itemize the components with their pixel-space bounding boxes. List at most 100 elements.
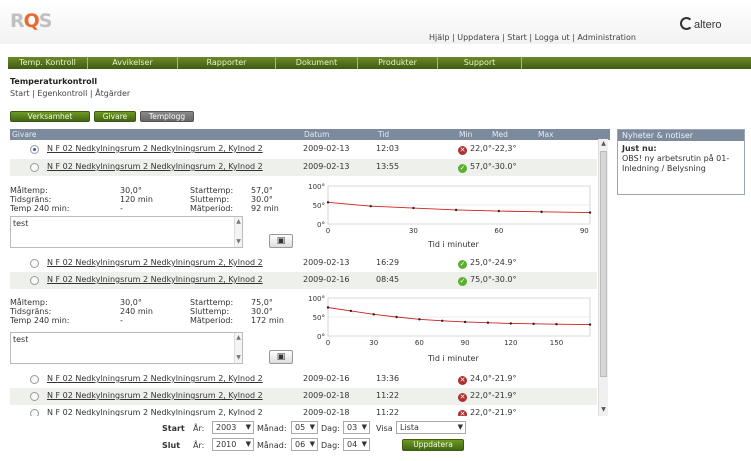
- note-textarea[interactable]: test ▲ ▼: [10, 216, 243, 248]
- table-row[interactable]: N F 02 Nedkylningsrum 2 Nedkylningsrum 2…: [10, 388, 597, 405]
- save-icon[interactable]: ▣: [269, 350, 293, 364]
- start-month-label: Månad:: [257, 424, 287, 433]
- nav-dokument[interactable]: Dokument: [276, 57, 358, 69]
- breadcrumb[interactable]: Start | Egenkontroll | Åtgärder: [10, 89, 130, 98]
- col-datum[interactable]: Datum: [304, 130, 329, 139]
- row-radio[interactable]: [30, 375, 39, 384]
- visa-select[interactable]: Lista ▼: [396, 421, 466, 434]
- chart-x-label: Tid i minuter: [428, 354, 479, 363]
- scroll-up-icon[interactable]: ▲: [599, 139, 608, 149]
- row-radio[interactable]: [30, 276, 39, 285]
- update-button[interactable]: Uppdatera: [402, 439, 464, 451]
- slut-month-select[interactable]: 06 ▼: [291, 438, 318, 451]
- nav-temp-kontroll[interactable]: Temp. Kontroll: [8, 57, 88, 69]
- chevron-down-icon: ▼: [245, 440, 251, 448]
- templogg-button[interactable]: Templogg: [140, 111, 194, 122]
- matperiod-label: Mätperiod:: [190, 204, 234, 213]
- main-nav: Temp. Kontroll Avvikelser Rapporter Doku…: [8, 57, 751, 69]
- tidsgrans-value: 240 min: [120, 307, 153, 316]
- chart-point: [588, 211, 592, 214]
- sensor-link[interactable]: N F 02 Nedkylningsrum 2 Nedkylningsrum 2…: [47, 258, 263, 267]
- givare-button[interactable]: Givare: [94, 111, 136, 122]
- slut-year-select[interactable]: 2010 ▼: [212, 438, 254, 451]
- chart-point: [395, 315, 398, 319]
- row-time: 13:36: [376, 374, 400, 383]
- col-med[interactable]: Med: [492, 130, 508, 139]
- chart-point: [372, 313, 375, 316]
- verksamhet-button[interactable]: Verksamhet: [10, 111, 90, 122]
- table-row[interactable]: N F 02 Nedkylningsrum 2 Nedkylningsrum 2…: [10, 371, 597, 388]
- logout-link[interactable]: Logga ut: [535, 33, 570, 42]
- help-link[interactable]: Hjälp: [429, 33, 449, 42]
- table-row[interactable]: N F 02 Nedkylningsrum 2 Nedkylningsrum 2…: [10, 159, 597, 176]
- table-scrollbar[interactable]: ▲ ▼: [598, 139, 608, 416]
- col-min[interactable]: Min: [459, 130, 472, 139]
- maltemp-value: 30,0°: [120, 298, 142, 307]
- slut-day-select[interactable]: 04 ▼: [343, 438, 370, 451]
- row-status: ✕ 22,0°-21.9°: [458, 408, 517, 416]
- col-max[interactable]: Max: [538, 130, 554, 139]
- sensor-link[interactable]: N F 02 Nedkylningsrum 2 Nedkylningsrum 2…: [47, 275, 263, 284]
- sensor-link[interactable]: N F 02 Nedkylningsrum 2 Nedkylningsrum 2…: [47, 391, 263, 400]
- textarea-scrollbar[interactable]: ▲ ▼: [234, 333, 242, 363]
- tidsgrans-label: Tidsgräns:: [10, 307, 52, 316]
- chart-x-tick: 0: [326, 227, 330, 235]
- chart-y-tick: 0°: [317, 333, 325, 341]
- table-row[interactable]: N F 02 Nedkylningsrum 2 Nedkylningsrum 2…: [10, 272, 597, 289]
- row-date: 2009-02-18: [303, 408, 350, 416]
- textarea-scrollbar[interactable]: ▲ ▼: [234, 217, 242, 247]
- row-time: 11:22: [376, 408, 400, 416]
- maltemp-value: 30,0°: [120, 186, 142, 195]
- news-title: Nyheter & notiser: [618, 130, 744, 141]
- scroll-down-icon[interactable]: ▼: [599, 405, 608, 415]
- app-header: RQS Hjälp | Uppdatera | Start | Logga ut…: [0, 0, 751, 44]
- nav-avvikelser[interactable]: Avvikelser: [88, 57, 178, 69]
- row-radio[interactable]: [30, 409, 39, 416]
- sensor-link[interactable]: N F 02 Nedkylningsrum 2 Nedkylningsrum 2…: [47, 144, 263, 153]
- sensor-link[interactable]: N F 02 Nedkylningsrum 2 Nedkylningsrum 2…: [47, 162, 263, 171]
- chevron-down-icon: ▼: [457, 423, 463, 431]
- start-year-select[interactable]: 2003 ▼: [212, 421, 254, 434]
- chart-x-tick: 30: [369, 339, 378, 347]
- chart-x-tick: 30: [409, 227, 418, 235]
- table-row[interactable]: N F 02 Nedkylningsrum 2 Nedkylningsrum 2…: [10, 141, 597, 158]
- start-link[interactable]: Start: [507, 33, 527, 42]
- row-time: 08:45: [376, 275, 400, 284]
- sluttemp-label: Sluttemp:: [190, 195, 230, 204]
- chart-y-tick: 100°: [308, 183, 325, 191]
- table-row[interactable]: N F 02 Nedkylningsrum 2 Nedkylningsrum 2…: [10, 405, 597, 416]
- sensor-link[interactable]: N F 02 Nedkylningsrum 2 Nedkylningsrum 2…: [47, 374, 263, 383]
- administration-link[interactable]: Administration: [577, 33, 636, 42]
- table-header: Givare Datum Tid Min Med Max: [10, 129, 610, 140]
- nav-rapporter[interactable]: Rapporter: [178, 57, 276, 69]
- col-givare[interactable]: Givare: [12, 130, 36, 139]
- chart-point: [486, 321, 490, 324]
- altero-logo: altero: [680, 17, 722, 31]
- tidsgrans-label: Tidsgräns:: [10, 195, 52, 204]
- note-textarea[interactable]: test ▲ ▼: [10, 332, 243, 364]
- row-radio[interactable]: [30, 259, 39, 268]
- sensor-link[interactable]: N F 02 Nedkylningsrum 2 Nedkylningsrum 2…: [47, 408, 263, 416]
- start-day-select[interactable]: 03 ▼: [343, 421, 370, 434]
- scroll-thumb[interactable]: [600, 151, 607, 377]
- visa-label: Visa: [376, 424, 393, 433]
- row-date: 2009-02-13: [303, 162, 350, 171]
- chart-y-tick: 100°: [308, 295, 325, 303]
- chart-point: [418, 318, 421, 321]
- start-year-label: År:: [193, 424, 205, 433]
- refresh-link[interactable]: Uppdatera: [457, 33, 499, 42]
- col-tid[interactable]: Tid: [378, 130, 389, 139]
- error-icon: ✕: [458, 393, 467, 402]
- save-icon[interactable]: ▣: [269, 234, 293, 248]
- nav-support[interactable]: Support: [438, 57, 522, 69]
- row-radio[interactable]: [30, 392, 39, 401]
- starttemp-value: 57,0°: [251, 186, 273, 195]
- table-row[interactable]: N F 02 Nedkylningsrum 2 Nedkylningsrum 2…: [10, 255, 597, 272]
- row-radio[interactable]: [30, 145, 39, 154]
- starttemp-label: Starttemp:: [190, 186, 234, 195]
- start-month-select[interactable]: 05 ▼: [291, 421, 318, 434]
- row-radio[interactable]: [30, 163, 39, 172]
- chart-point: [369, 204, 372, 208]
- nav-produkter[interactable]: Produkter: [358, 57, 438, 69]
- detail-panel: Måltemp: Tidsgräns: Temp 240 min: 30,0° …: [10, 178, 597, 254]
